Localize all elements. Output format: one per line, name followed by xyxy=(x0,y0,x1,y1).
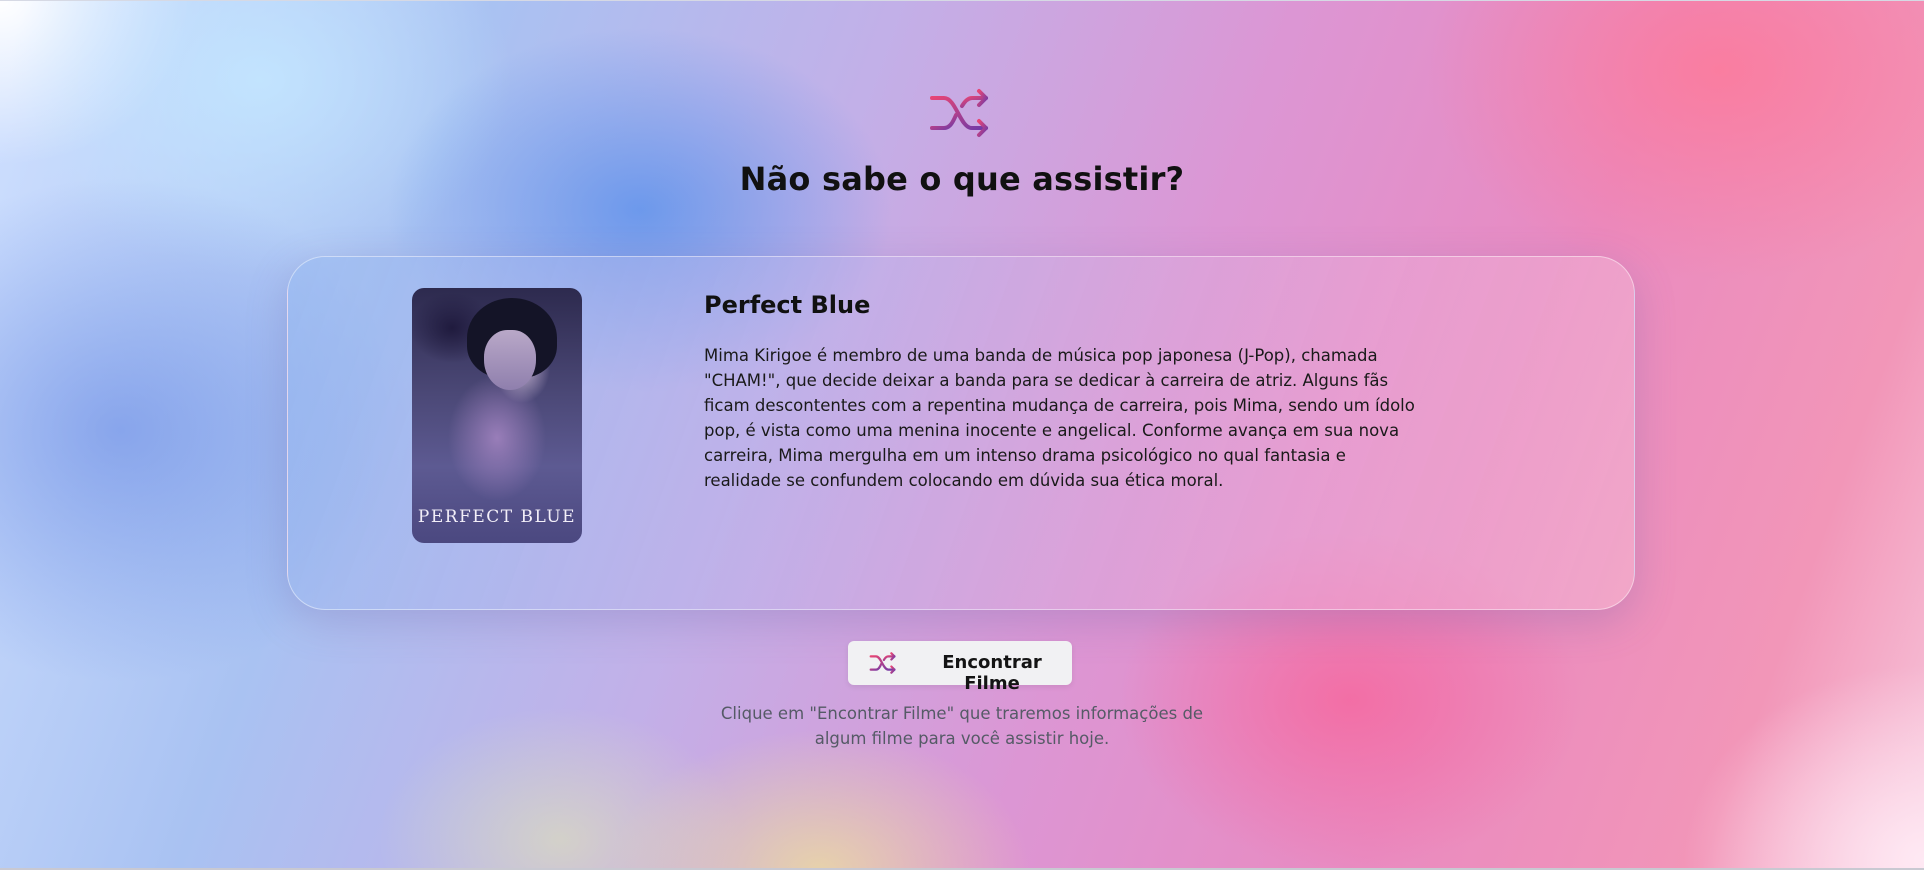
movie-title: Perfect Blue xyxy=(704,291,871,319)
movie-poster: PERFECT BLUE xyxy=(412,288,582,543)
poster-art-face xyxy=(484,330,536,390)
page-content: Não sabe o que assistir? PERFECT BLUE Pe… xyxy=(0,0,1924,870)
helper-text: Clique em "Encontrar Filme" que traremos… xyxy=(720,704,1204,748)
movie-card: PERFECT BLUE Perfect Blue Mima Kirigoe é… xyxy=(287,256,1635,610)
find-movie-button-label: Encontrar Filme xyxy=(942,652,1042,694)
page-title: Não sabe o que assistir? xyxy=(739,160,1185,198)
find-movie-button[interactable]: Encontrar Filme xyxy=(848,641,1072,694)
poster-title: PERFECT BLUE xyxy=(417,507,577,527)
shuffle-icon xyxy=(930,89,988,137)
movie-description: Mima Kirigoe é membro de uma banda de mú… xyxy=(704,346,1415,490)
shuffle-icon xyxy=(869,652,896,674)
